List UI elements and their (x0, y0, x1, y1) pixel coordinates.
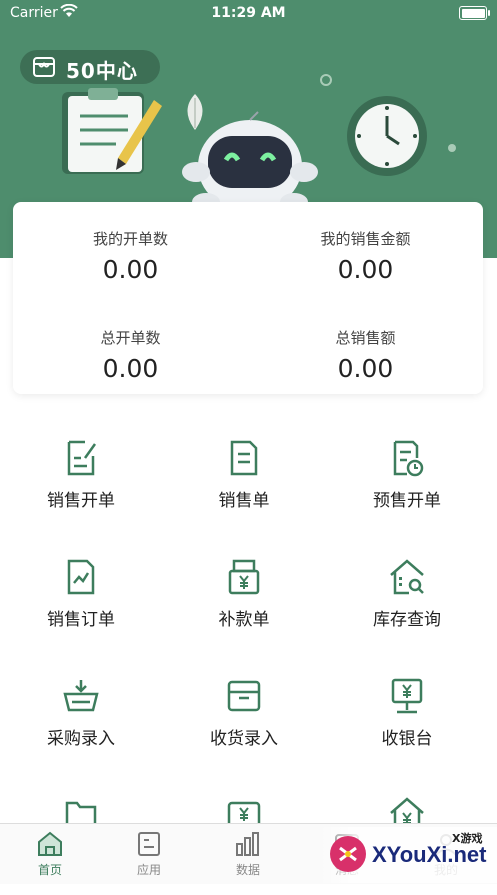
robot-mascot (182, 111, 318, 212)
stat-value: 0.00 (337, 255, 394, 284)
yen-printer-icon (228, 559, 260, 595)
presale-clock-icon (393, 440, 424, 477)
tab-label: 数据 (235, 863, 260, 877)
watermark-text: XYouXi.net (372, 842, 487, 867)
stat-value: 0.00 (337, 354, 394, 383)
stat-total-sales[interactable]: 总销售额 0.00 (248, 327, 483, 383)
stat-value: 0.00 (102, 255, 159, 284)
clipboard-illustration (62, 88, 162, 174)
box-icon (227, 680, 261, 712)
apps-icon (138, 832, 160, 856)
stat-label: 我的开单数 (92, 230, 168, 248)
menu-presale-order-create[interactable]: 预售开单 (326, 438, 488, 538)
cash-register-icon (391, 678, 423, 714)
menu-inventory-query[interactable]: 库存查询 (326, 557, 488, 657)
menu-receiving-entry[interactable]: 收货录入 (163, 676, 325, 776)
menu-label: 收货录入 (210, 729, 278, 749)
menu-sales-order-create[interactable]: 销售开单 (0, 438, 162, 538)
clock-illustration (347, 96, 427, 176)
home-icon (38, 831, 62, 856)
stat-label: 总开单数 (100, 329, 161, 347)
stat-value: 0.00 (102, 354, 159, 383)
tab-label: 首页 (37, 863, 62, 877)
store-selector[interactable]: 50中心 (20, 50, 160, 84)
tab-label: 应用 (136, 863, 161, 877)
warehouse-search-icon (390, 559, 424, 595)
sales-chart-icon (67, 559, 95, 595)
menu-label: 库存查询 (373, 610, 441, 630)
menu-label: 销售单 (218, 491, 270, 511)
stat-my-orders[interactable]: 我的开单数 0.00 (13, 228, 248, 284)
stat-my-sales-amount[interactable]: 我的销售金额 0.00 (248, 228, 483, 284)
menu-cashier[interactable]: 收银台 (326, 676, 488, 776)
gamepad-logo-icon (330, 836, 366, 872)
store-icon (33, 57, 55, 77)
stat-label: 总销售额 (335, 329, 396, 347)
stats-card: 我的开单数 0.00 我的销售金额 0.00 总开单数 0.00 总销售额 0.… (13, 202, 483, 394)
menu-label: 预售开单 (373, 491, 441, 511)
tab-apps[interactable]: 应用 (99, 830, 199, 878)
menu-label: 采购录入 (47, 729, 115, 749)
stat-total-orders[interactable]: 总开单数 0.00 (13, 327, 248, 383)
clock-time: 11:29 AM (211, 5, 286, 21)
document-icon (230, 440, 258, 476)
basket-download-icon (63, 680, 99, 712)
watermark: X游戏 XYouXi.net (328, 830, 493, 880)
stat-label: 我的销售金额 (320, 230, 411, 248)
bar-chart-icon (236, 832, 259, 856)
menu-sales-orders[interactable]: 销售订单 (0, 557, 162, 657)
status-bar: Carrier 11:29 AM (0, 0, 497, 28)
menu-purchase-entry[interactable]: 采购录入 (0, 676, 162, 776)
menu-label: 销售开单 (47, 491, 115, 511)
tab-data[interactable]: 数据 (198, 830, 298, 878)
menu-supplement-payment[interactable]: 补款单 (163, 557, 325, 657)
sales-order-edit-icon (67, 440, 97, 476)
battery-icon (459, 6, 490, 20)
store-name: 50中心 (66, 59, 138, 83)
tab-home[interactable]: 首页 (0, 830, 100, 878)
menu-sales-slip[interactable]: 销售单 (163, 438, 325, 538)
menu-label: 收银台 (381, 729, 433, 749)
menu-label: 补款单 (218, 610, 270, 630)
menu-label: 销售订单 (47, 610, 115, 630)
